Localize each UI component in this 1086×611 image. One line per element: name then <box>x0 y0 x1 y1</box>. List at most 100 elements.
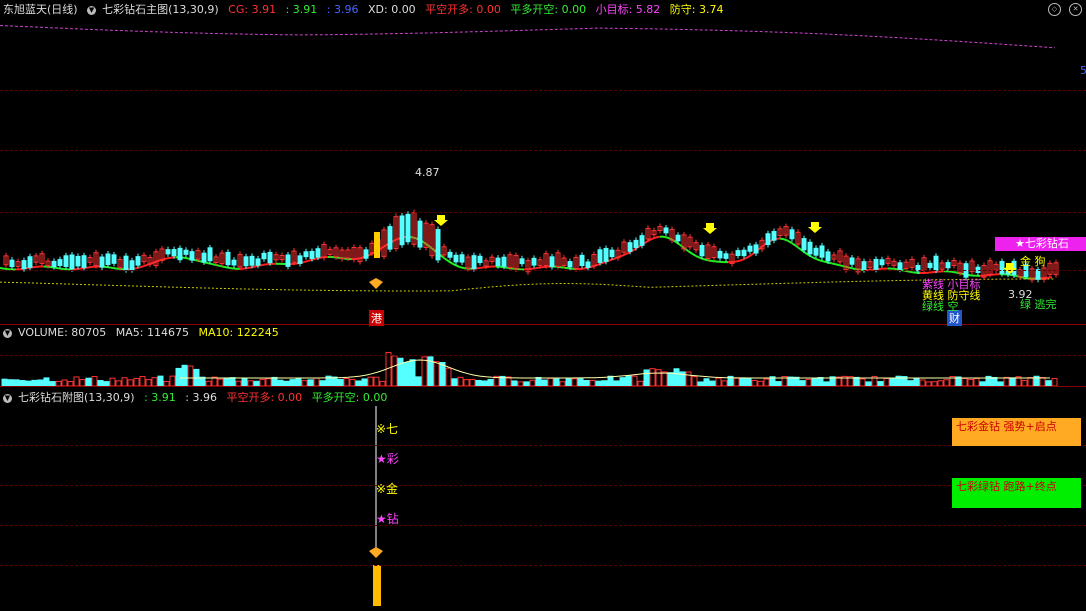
volume-bar <box>187 365 194 387</box>
volume-bar <box>409 359 416 387</box>
candle <box>129 260 135 271</box>
candle <box>873 258 879 270</box>
ma-line <box>531 267 537 270</box>
volume-bar <box>973 378 980 387</box>
ma-line <box>559 266 565 269</box>
annotation-label: 绿 逃完 <box>1020 298 1057 311</box>
ma-line <box>595 262 601 267</box>
candle <box>945 262 951 269</box>
candle <box>249 255 255 266</box>
candle <box>225 251 231 266</box>
chevron-down-icon[interactable]: ▼ <box>3 328 12 338</box>
candle <box>861 261 867 271</box>
sub-header: ▼ 七彩钻石附图(13,30,9) : 3.91 : 3.96 平空开多: 0.0… <box>3 389 393 405</box>
right-axis-label: 5 <box>1080 64 1086 77</box>
main-indicator-name[interactable]: 七彩钻石主图(13,30,9) <box>102 3 219 16</box>
restore-icon[interactable]: ◇ <box>1048 3 1061 16</box>
volume-bar <box>157 375 164 387</box>
grid-line <box>0 445 1086 446</box>
candle <box>297 255 303 264</box>
candle <box>717 250 723 259</box>
ma-line <box>643 240 649 245</box>
arrow-down-icon <box>808 222 822 233</box>
ma-line <box>183 256 189 260</box>
grid-line <box>0 150 1086 151</box>
candle <box>471 255 477 270</box>
ma-line <box>811 256 817 260</box>
panel-divider <box>0 324 1086 325</box>
volume-bar <box>175 367 182 387</box>
ma-line <box>367 252 373 257</box>
chevron-down-icon[interactable]: ▼ <box>3 393 12 403</box>
ma-line <box>223 265 229 269</box>
volume-bar <box>415 376 422 387</box>
ma-line <box>747 253 753 258</box>
candle <box>435 229 441 261</box>
volume-bar <box>607 375 614 387</box>
ma-line <box>227 266 233 270</box>
candle <box>201 252 207 263</box>
candle <box>927 262 933 269</box>
volume-bar <box>745 377 752 387</box>
close-icon[interactable]: ✕ <box>1069 3 1082 16</box>
ma10-value: MA10: 122245 <box>198 326 279 339</box>
panel-divider <box>0 386 1086 387</box>
ma-line <box>823 260 829 264</box>
ma-line <box>815 257 821 262</box>
value-1: : 3.91 <box>285 3 318 16</box>
ma-line <box>695 255 701 259</box>
candle <box>741 249 747 257</box>
defend-line <box>0 278 1055 292</box>
candle <box>801 238 807 251</box>
candle <box>849 257 855 265</box>
candle <box>105 253 111 266</box>
volume-bar <box>91 376 98 387</box>
arrow-down-icon <box>703 223 717 234</box>
value-2: : 3.96 <box>326 3 359 16</box>
ma-line <box>111 266 117 270</box>
volume-bar <box>649 368 656 387</box>
candle <box>99 256 105 268</box>
candle <box>135 256 141 266</box>
pkkd-value: 平空开多: 0.00 <box>425 3 501 16</box>
sub-value-1: : 3.91 <box>144 391 176 404</box>
candle <box>177 247 183 261</box>
volume-value[interactable]: VOLUME: 80705 <box>18 326 106 339</box>
candle <box>597 249 603 263</box>
diamond-icon <box>369 278 383 289</box>
volume-bar <box>991 376 998 387</box>
ma-line <box>87 265 93 269</box>
candle <box>603 247 609 262</box>
chevron-down-icon[interactable]: ▼ <box>87 5 97 15</box>
volume-bar <box>859 378 866 387</box>
volume-bar <box>853 376 860 387</box>
candle <box>627 242 633 252</box>
gang-badge: 港 <box>369 310 384 326</box>
volume-bar <box>367 376 374 387</box>
volume-bar <box>553 378 560 387</box>
candle <box>1035 269 1041 280</box>
sub-indicator-name[interactable]: 七彩钻石附图(13,30,9) <box>18 391 135 404</box>
ma-line <box>951 270 957 274</box>
ma-line <box>31 265 37 269</box>
diamond-char: ※金 <box>376 482 399 496</box>
ma-line <box>251 265 257 269</box>
candle <box>813 247 819 256</box>
candle <box>453 254 459 263</box>
volume-bar <box>883 378 890 387</box>
volume-bar <box>961 377 968 387</box>
candle <box>531 257 537 266</box>
candle <box>363 249 369 259</box>
ma-line <box>79 267 85 270</box>
xd-value: XD: 0.00 <box>367 3 416 16</box>
volume-bar <box>913 378 920 387</box>
candle <box>699 244 705 257</box>
ma-line <box>475 266 481 270</box>
signal-bar <box>374 232 380 258</box>
grid-line <box>0 485 1086 486</box>
candle <box>897 262 903 270</box>
candle <box>519 258 525 265</box>
ma-line <box>655 235 661 239</box>
stock-name[interactable]: 东旭蓝天 <box>3 3 47 16</box>
ma5-value: MA5: 114675 <box>115 326 189 339</box>
